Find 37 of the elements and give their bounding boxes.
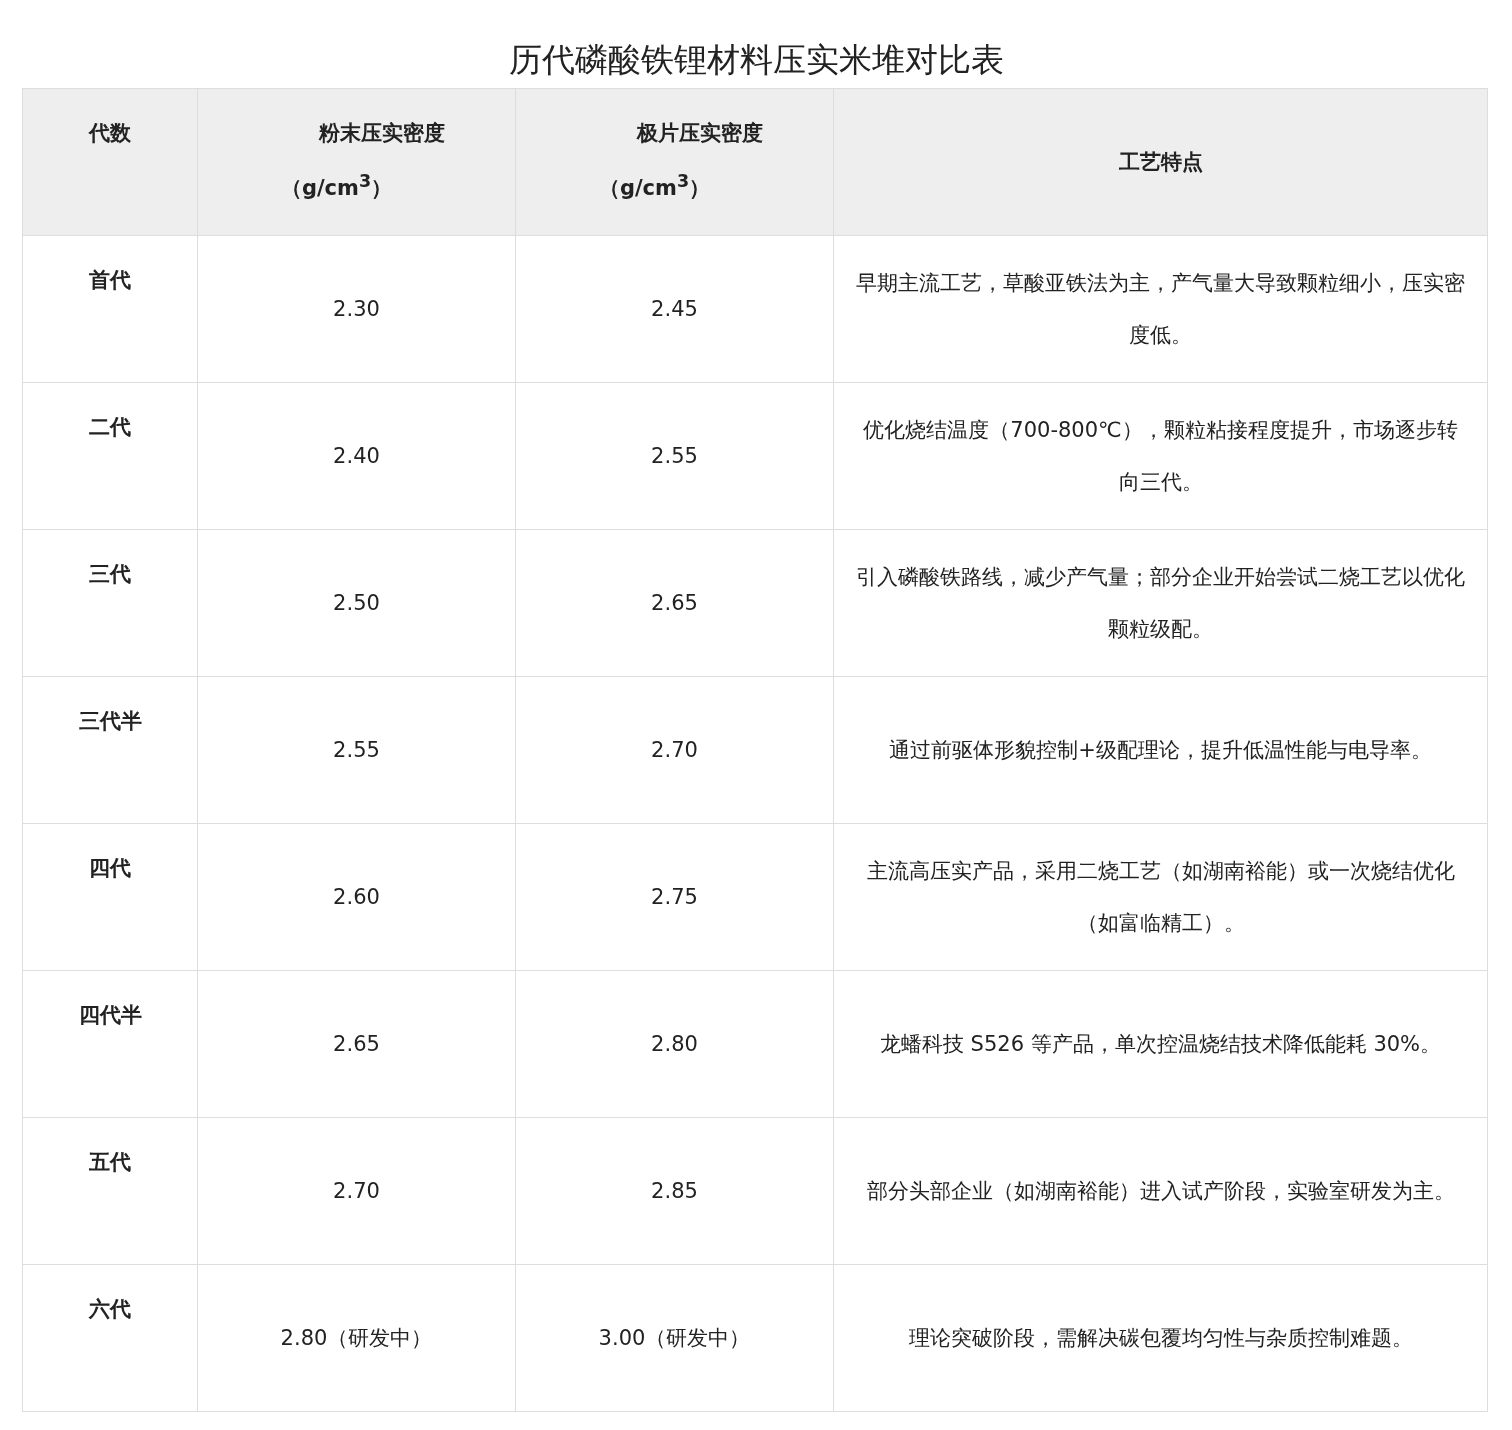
table-cell: 通过前驱体形貌控制+级配理论，提升低温性能与电导率。 xyxy=(833,676,1488,824)
table-cell: 三代 xyxy=(22,529,198,677)
table-cell: 六代 xyxy=(22,1264,198,1412)
table-cell: 优化烧结温度（700-800℃），颗粒粘接程度提升，市场逐步转向三代。 xyxy=(833,382,1488,530)
table-cell: 2.85 xyxy=(515,1117,834,1265)
table-cell: 2.65 xyxy=(515,529,834,677)
table-cell: 3.00（研发中） xyxy=(515,1264,834,1412)
table-cell: 四代半 xyxy=(22,970,198,1118)
column-header: 工艺特点 xyxy=(833,88,1488,236)
table-cell: 2.80（研发中） xyxy=(197,1264,516,1412)
table-cell: 二代 xyxy=(22,382,198,530)
table-cell: 首代 xyxy=(22,235,198,383)
table-cell: 引入磷酸铁路线，减少产气量；部分企业开始尝试二烧工艺以优化颗粒级配。 xyxy=(833,529,1488,677)
table-cell: 2.60 xyxy=(197,823,516,971)
table-cell: 2.55 xyxy=(197,676,516,824)
table-cell: 2.40 xyxy=(197,382,516,530)
table-cell: 龙蟠科技 S526 等产品，单次控温烧结技术降低能耗 30%。 xyxy=(833,970,1488,1118)
table-cell: 2.75 xyxy=(515,823,834,971)
column-header: 代数 xyxy=(22,88,198,236)
table-cell: 部分头部企业（如湖南裕能）进入试产阶段，实验室研发为主。 xyxy=(833,1117,1488,1265)
table-cell: 2.65 xyxy=(197,970,516,1118)
table-cell: 早期主流工艺，草酸亚铁法为主，产气量大导致颗粒细小，压实密度低。 xyxy=(833,235,1488,383)
table-cell: 三代半 xyxy=(22,676,198,824)
table-cell: 主流高压实产品，采用二烧工艺（如湖南裕能）或一次烧结优化（如富临精工）。 xyxy=(833,823,1488,971)
table-cell: 五代 xyxy=(22,1117,198,1265)
table-cell: 2.70 xyxy=(515,676,834,824)
column-header: 粉末压实密度 （g/cm$^{3}$） xyxy=(197,88,516,236)
table-cell: 四代 xyxy=(22,823,198,971)
table-cell: 理论突破阶段，需解决碳包覆均匀性与杂质控制难题。 xyxy=(833,1264,1488,1412)
table-cell: 2.80 xyxy=(515,970,834,1118)
table-cell: 2.55 xyxy=(515,382,834,530)
column-header: 极片压实密度 （g/cm$^{3}$） xyxy=(515,88,834,236)
table-cell: 2.70 xyxy=(197,1117,516,1265)
table-cell: 2.45 xyxy=(515,235,834,383)
table-title: 历代磷酸铁锂材料压实米堆对比表 xyxy=(507,39,1005,81)
table-cell: 2.30 xyxy=(197,235,516,383)
table-cell: 2.50 xyxy=(197,529,516,677)
